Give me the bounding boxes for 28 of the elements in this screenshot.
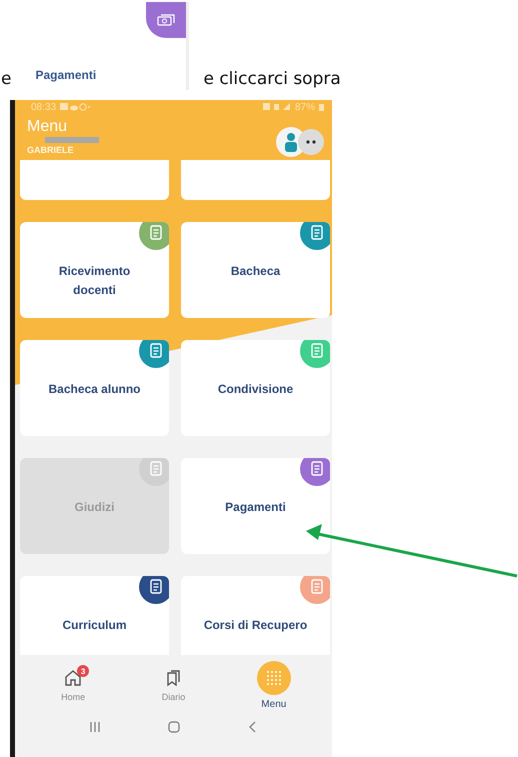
redaction-bar [45, 137, 99, 143]
menu-tile[interactable]: Ricevimento docenti [20, 222, 169, 318]
home-button-icon[interactable] [168, 721, 180, 733]
menu-tile[interactable] [20, 160, 169, 200]
menu-tile[interactable]: Corsi di Recupero [181, 576, 330, 655]
instruction-text: e [1, 68, 12, 90]
menu-tile[interactable]: Curriculum [20, 576, 169, 655]
menu-tile[interactable] [181, 160, 330, 200]
recent-apps-icon[interactable] [88, 721, 101, 733]
nav-tab[interactable]: 3 Home [33, 668, 114, 702]
notification-icons-drawing [60, 103, 90, 111]
menu-tile[interactable]: Pagamenti [181, 458, 330, 554]
grid-icon [256, 660, 291, 694]
menu-tile[interactable]: Bacheca alunno [20, 340, 169, 436]
status-time: 08:33 [31, 102, 56, 112]
nav-tab[interactable]: Menu [234, 660, 314, 710]
user-name: GABRIELE [27, 145, 74, 155]
home-icon [63, 668, 84, 688]
menu-tile[interactable]: Condivisione [181, 340, 330, 436]
back-icon[interactable] [248, 721, 258, 733]
payments-tile-preview: Pagamenti [19, 2, 190, 90]
screen-title: Menu [27, 118, 68, 136]
instruction-text: e cliccarci sopra [203, 68, 341, 90]
battery-icon [319, 103, 324, 111]
menu-tile[interactable]: Bacheca [181, 222, 330, 318]
battery-percent: 87% [294, 102, 315, 112]
signal-icons-drawing [262, 103, 291, 111]
notification-badge: 3 [77, 665, 90, 677]
